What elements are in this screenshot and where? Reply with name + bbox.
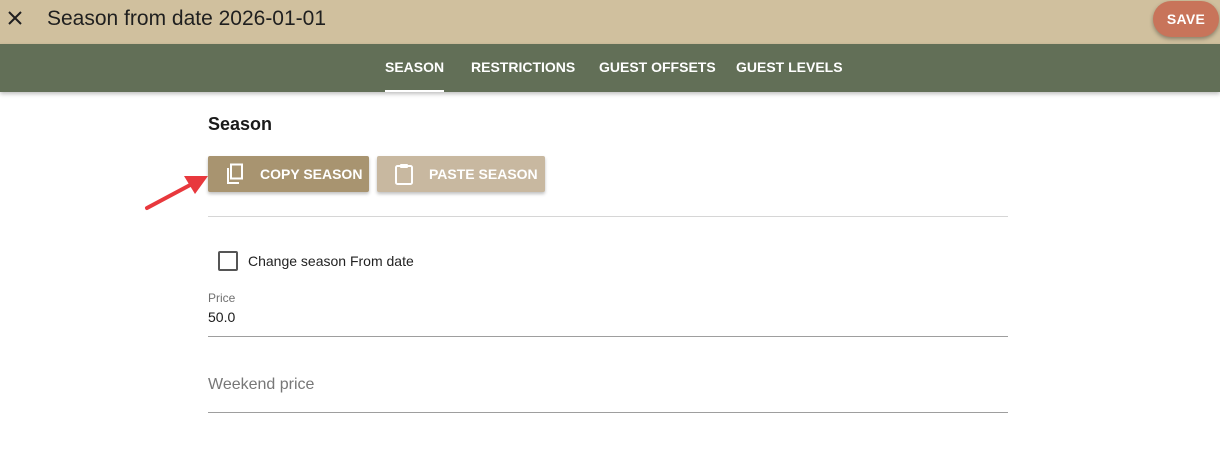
paste-season-button[interactable]: PASTE SEASON bbox=[377, 156, 545, 192]
tab-guest-offsets[interactable]: GUEST OFFSETS bbox=[599, 44, 716, 92]
price-underline bbox=[208, 336, 1008, 337]
save-button[interactable]: SAVE bbox=[1153, 1, 1219, 37]
close-button[interactable] bbox=[4, 7, 26, 29]
change-from-date-checkbox[interactable] bbox=[218, 251, 238, 271]
checkbox-label: Change season From date bbox=[248, 253, 414, 269]
clipboard-icon bbox=[393, 162, 415, 186]
copy-icon bbox=[224, 162, 246, 186]
weekend-price-underline bbox=[208, 412, 1008, 413]
divider bbox=[208, 216, 1008, 217]
weekend-price-input[interactable] bbox=[208, 360, 1008, 412]
tab-restrictions[interactable]: RESTRICTIONS bbox=[471, 44, 575, 92]
copy-season-button[interactable]: COPY SEASON bbox=[208, 156, 369, 192]
paste-season-label: PASTE SEASON bbox=[429, 166, 538, 182]
red-arrow-icon bbox=[145, 176, 208, 210]
tab-guest-levels[interactable]: GUEST LEVELS bbox=[736, 44, 843, 92]
copy-season-label: COPY SEASON bbox=[260, 166, 363, 182]
dialog-title: Season from date 2026-01-01 bbox=[47, 7, 327, 30]
price-input[interactable] bbox=[208, 290, 1008, 336]
section-title: Season bbox=[208, 114, 273, 134]
close-icon bbox=[8, 11, 22, 25]
tab-bar: SEASON RESTRICTIONS GUEST OFFSETS GUEST … bbox=[0, 44, 1220, 92]
top-app-bar: Season from date 2026-01-01 SAVE bbox=[0, 0, 1220, 44]
tab-season[interactable]: SEASON bbox=[385, 44, 445, 92]
